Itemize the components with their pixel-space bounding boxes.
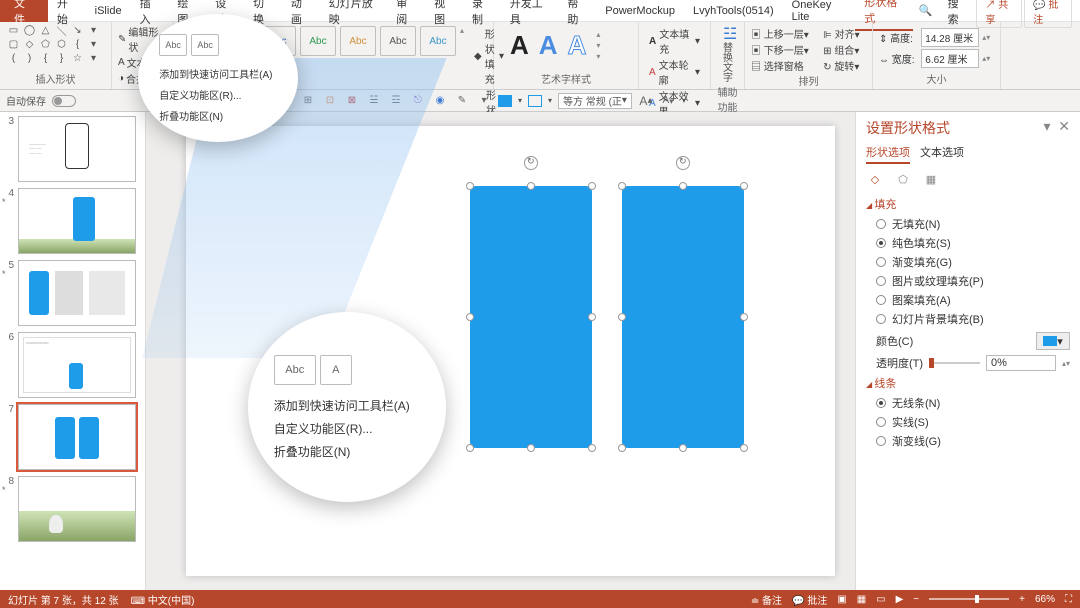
transparency-label: 透明度(T) [876,355,923,371]
pane-tab-shape[interactable]: 形状选项 [866,144,910,164]
status-lang[interactable]: ⌨ 中文(中国) [131,592,195,607]
qat-fill-color[interactable] [498,95,512,107]
tab-file[interactable]: 文件 [0,0,48,22]
radio-gradient-line[interactable]: 渐变线(G) [876,433,1070,449]
bring-forward-button[interactable]: ▣ 上移一层▾ [751,26,815,41]
group-label-a11y: 辅助功能 [717,84,738,115]
status-notes[interactable]: ≐ 备注 [751,592,782,607]
group-label-insert-shape: 插入形状 [6,71,105,87]
qat-eyedropper[interactable]: ✎ [454,93,470,109]
search-icon[interactable]: 🔍 [919,4,933,17]
font-inc[interactable]: A▴ [638,93,654,109]
width-label: ⇔ 宽度: [879,51,918,66]
ctx-collapse[interactable]: 折叠功能区(N) [157,105,279,126]
view-normal-icon[interactable]: ▣ [837,594,846,605]
radio-no-line[interactable]: 无线条(N) [876,395,1070,411]
ribbon-tabs: 文件 开始 iSlide 插入 绘图 设计 切换 动画 幻灯片放映 审阅 视图 … [0,0,1080,22]
thumb-7[interactable] [18,404,136,470]
wordart-gallery[interactable]: AAA [500,24,596,61]
fit-window-icon[interactable]: ⛶ [1065,594,1072,605]
qat-ico-11[interactable]: ◉ [432,93,448,109]
slide-thumbnails[interactable]: 3 ──────── ──── ── 4* 5* 6 ▭▭▭▭▭▭ 7 [0,112,146,590]
radio-picture-fill[interactable]: 图片或纹理填充(P) [876,273,1070,289]
height-label: ⇕ 高度: [879,30,918,45]
radio-slide-bg-fill[interactable]: 幻灯片背景填充(B) [876,311,1070,327]
tab-pm[interactable]: PowerMockup [596,2,684,20]
transparency-input[interactable]: 0% [986,355,1056,371]
group-button[interactable]: ⊞ 组合▾ [823,42,866,57]
tab-islide[interactable]: iSlide [86,2,131,20]
pane-dropdown[interactable]: ▾ [1043,118,1050,134]
status-comments[interactable]: 💬 批注 [792,592,827,607]
transparency-slider[interactable] [929,362,980,364]
thumb-4[interactable] [18,188,136,254]
thumb-3[interactable]: ──────── ──── ── [18,116,136,182]
size-props-icon[interactable]: ▦ [922,170,940,188]
group-label-wordart: 艺术字样式 [500,71,632,87]
comments-button[interactable]: 💬 批注 [1024,0,1072,28]
send-backward-button[interactable]: ▣ 下移一层▾ [751,42,815,57]
pane-close[interactable]: ✕ [1058,118,1070,134]
rotate-handle-1[interactable] [524,156,538,170]
fill-color-picker[interactable]: ▾ [1036,332,1070,350]
ctx2-customize[interactable]: 自定义功能区(R)... [272,417,423,440]
status-bar: 幻灯片 第 7 张，共 12 张 ⌨ 中文(中国) ≐ 备注 💬 批注 ▣ ▦ … [0,590,1080,608]
rotate-handle-2[interactable] [676,156,690,170]
align-button[interactable]: ⊫ 对齐▾ [823,26,866,41]
ctx-add-qat[interactable]: 添加到快速访问工具栏(A) [157,63,279,84]
section-line[interactable]: 线条 [866,375,1070,391]
effects-icon[interactable]: ⬠ [894,170,912,188]
radio-no-fill[interactable]: 无填充(N) [876,216,1070,232]
radio-solid-line[interactable]: 实线(S) [876,414,1070,430]
shape-rect-2[interactable] [622,186,744,448]
view-sorter-icon[interactable]: ▦ [857,594,866,605]
fill-line-icon[interactable]: ◇ [866,170,884,188]
shape-style-5[interactable]: Abc [340,26,376,56]
height-input[interactable]: 14.28 厘米 [921,28,979,47]
radio-solid-fill[interactable]: 纯色填充(S) [876,235,1070,251]
pane-tab-text[interactable]: 文本选项 [920,144,964,164]
shape-style-4[interactable]: Abc [300,26,336,56]
ctx2-add-qat[interactable]: 添加到快速访问工具栏(A) [272,394,423,417]
qat-outline-color[interactable] [528,95,542,107]
shape-style-6[interactable]: Abc [380,26,416,56]
qat-ico-12[interactable]: ▾ [476,93,492,109]
pane-title: 设置形状格式 [866,118,950,138]
zoom-slider[interactable] [929,598,1009,600]
selection-pane-button[interactable]: ▤ 选择窗格 [751,58,815,73]
section-fill[interactable]: 填充 [866,196,1070,212]
callout-large: AbcA 添加到快速访问工具栏(A) 自定义功能区(R)... 折叠功能区(N) [248,312,446,502]
autosave-toggle[interactable] [52,95,76,107]
thumb-6[interactable]: ▭▭▭▭▭▭ [18,332,136,398]
view-reading-icon[interactable]: ▭ [876,594,885,605]
ctx-customize[interactable]: 自定义功能区(R)... [157,84,279,105]
view-slideshow-icon[interactable]: ▶ [896,594,904,605]
tab-lvy[interactable]: LvyhTools(0514) [684,2,783,20]
color-label: 颜色(C) [876,333,913,349]
font-dec[interactable]: A▾ [660,93,676,109]
format-shape-pane: 设置形状格式 ▾ ✕ 形状选项 文本选项 ◇ ⬠ ▦ 填充 无填充(N) 纯色填… [855,112,1080,590]
font-selector[interactable]: 等方 常规 (正 ▾ [558,93,632,109]
group-label-size: 大小 [879,71,994,87]
autosave-label: 自动保存 [6,93,46,108]
thumb-8[interactable] [18,476,136,542]
group-label-arrange: 排列 [751,73,866,89]
zoom-value[interactable]: 66% [1035,594,1055,605]
shape-rect-1[interactable] [470,186,592,448]
text-fill-button[interactable]: A 文本填充▾ [649,26,700,56]
rotate-button[interactable]: ↻ 旋转▾ [823,58,866,73]
radio-pattern-fill[interactable]: 图案填充(A) [876,292,1070,308]
shape-gallery[interactable]: ▭◯△＼↘▾ ▢◇⬠⬡{▾ (){}☆▾ [6,24,101,65]
radio-gradient-fill[interactable]: 渐变填充(G) [876,254,1070,270]
callout-small: AbcAbc 添加到快速访问工具栏(A) 自定义功能区(R)... 折叠功能区(… [138,14,298,142]
ctx2-collapse[interactable]: 折叠功能区(N) [272,440,423,463]
replace-text-button[interactable]: ☳替换 文字 [717,24,738,84]
text-outline-button[interactable]: A 文本轮廓▾ [649,57,700,87]
thumb-5[interactable] [18,260,136,326]
shape-style-7[interactable]: Abc [420,26,456,56]
status-slide: 幻灯片 第 7 张，共 12 张 [8,592,119,607]
width-input[interactable]: 6.62 厘米 [921,49,979,68]
